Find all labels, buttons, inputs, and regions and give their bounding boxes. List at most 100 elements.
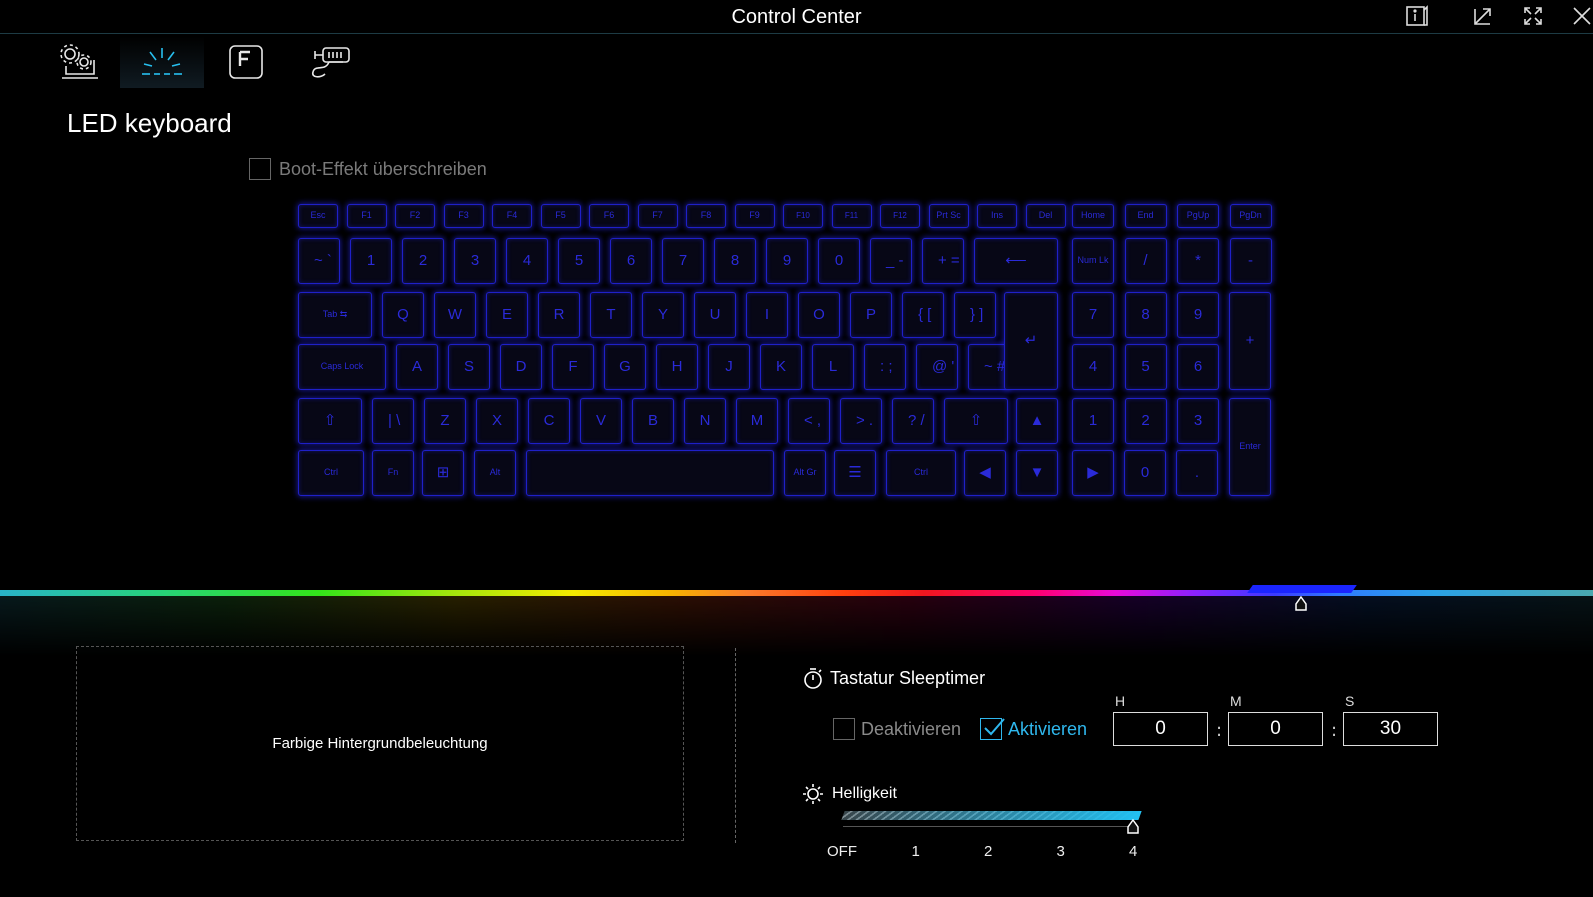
key[interactable]: > . [840, 398, 882, 444]
key[interactable]: 6 [1177, 344, 1219, 390]
key[interactable]: 5 [558, 238, 600, 284]
key[interactable] [526, 450, 774, 496]
key[interactable]: F4 [492, 204, 532, 228]
key[interactable]: F2 [395, 204, 435, 228]
key[interactable]: F [552, 344, 594, 390]
key[interactable]: Del [1025, 204, 1066, 228]
key[interactable]: 2 [402, 238, 444, 284]
boot-effect-option[interactable]: Boot-Effekt überschreiben [249, 158, 487, 180]
key[interactable]: K [760, 344, 802, 390]
key[interactable]: F3 [443, 204, 484, 228]
key[interactable]: Ctrl [298, 450, 364, 496]
boot-effect-checkbox[interactable] [249, 158, 271, 180]
key[interactable]: D [500, 344, 542, 390]
key[interactable]: ▶ [1072, 450, 1114, 496]
nav-fn-key[interactable] [204, 36, 288, 88]
key[interactable]: Home [1072, 204, 1114, 228]
minutes-input[interactable]: 0 [1228, 712, 1323, 746]
key[interactable]: Ins [977, 204, 1017, 228]
color-selection-marker[interactable] [1247, 585, 1357, 593]
key[interactable]: 8 [1124, 292, 1167, 338]
nav-flexikey[interactable] [288, 36, 372, 88]
key[interactable]: L [812, 344, 854, 390]
key[interactable]: 1 [350, 238, 392, 284]
key[interactable]: P [850, 292, 892, 338]
key[interactable]: Z [424, 398, 466, 444]
key[interactable]: 7 [662, 238, 704, 284]
seconds-input[interactable]: 30 [1343, 712, 1438, 746]
key[interactable]: 4 [1072, 344, 1114, 390]
key[interactable]: { [ [902, 292, 944, 338]
key[interactable]: Alt [474, 450, 516, 496]
key[interactable]: G [604, 344, 646, 390]
key[interactable]: / [1124, 238, 1167, 284]
key[interactable]: B [632, 398, 674, 444]
key[interactable]: A [396, 344, 438, 390]
key[interactable]: ▲ [1016, 398, 1058, 444]
key[interactable]: 0 [1124, 450, 1166, 496]
key[interactable]: F1 [346, 204, 387, 228]
key[interactable]: < , [788, 398, 830, 444]
key[interactable]: 0 [818, 238, 860, 284]
nav-system-settings[interactable] [36, 36, 120, 88]
deactivate-checkbox[interactable] [833, 718, 855, 740]
key[interactable]: S [448, 344, 490, 390]
key[interactable]: F10 [783, 204, 823, 228]
key[interactable]: * [1177, 238, 1219, 284]
key[interactable]: O [798, 292, 840, 338]
color-spectrum-bar[interactable] [0, 590, 1593, 596]
key[interactable]: ▼ [1016, 450, 1058, 496]
key[interactable]: F9 [734, 204, 775, 228]
key[interactable]: 9 [766, 238, 808, 284]
key[interactable]: - [1229, 238, 1272, 284]
key[interactable]: 8 [714, 238, 756, 284]
key[interactable]: 6 [610, 238, 652, 284]
key[interactable]: 2 [1124, 398, 1167, 444]
activate-checkbox[interactable] [980, 718, 1005, 740]
key[interactable]: 1 [1072, 398, 1114, 444]
key[interactable]: ☰ [834, 450, 876, 496]
key[interactable]: F6 [589, 204, 629, 228]
key[interactable]: 5 [1124, 344, 1167, 390]
key[interactable]: End [1124, 204, 1167, 228]
key[interactable]: M [736, 398, 778, 444]
key[interactable]: F7 [637, 204, 678, 228]
key[interactable]: + = [922, 238, 964, 284]
key[interactable]: Prt Sc [928, 204, 969, 228]
close-icon[interactable] [1565, 2, 1593, 30]
key[interactable]: ⇧ [944, 398, 1008, 444]
key[interactable]: ◀ [964, 450, 1006, 496]
key[interactable]: 3 [454, 238, 496, 284]
key[interactable]: Q [382, 292, 424, 338]
key[interactable]: F11 [831, 204, 872, 228]
key[interactable]: F5 [540, 204, 581, 228]
key[interactable]: Num Lk [1072, 238, 1114, 284]
brightness-slider-track[interactable] [841, 811, 1142, 820]
key[interactable]: 9 [1177, 292, 1219, 338]
key[interactable]: Caps Lock [298, 344, 386, 390]
key[interactable]: X [476, 398, 518, 444]
key[interactable]: I [746, 292, 788, 338]
key[interactable]: E [486, 292, 528, 338]
key[interactable]: } ] [954, 292, 996, 338]
deactivate-option[interactable]: Deaktivieren [833, 718, 961, 740]
key[interactable]: ⟵ [974, 238, 1058, 284]
hours-input[interactable]: 0 [1113, 712, 1208, 746]
key[interactable]: H [656, 344, 698, 390]
info-icon[interactable] [1399, 2, 1433, 30]
key[interactable]: Ctrl [886, 450, 956, 496]
key[interactable]: W [434, 292, 476, 338]
key[interactable]: J [708, 344, 750, 390]
key[interactable]: PgUp [1177, 204, 1219, 228]
brightness-slider-handle[interactable] [1126, 819, 1140, 835]
key[interactable]: + [1229, 292, 1271, 390]
fullscreen-icon[interactable] [1516, 2, 1550, 30]
key[interactable]: F12 [880, 204, 920, 228]
key[interactable]: Fn [372, 450, 414, 496]
color-slider-handle[interactable] [1294, 596, 1308, 612]
key[interactable]: N [684, 398, 726, 444]
key[interactable]: T [590, 292, 632, 338]
key[interactable]: PgDn [1229, 204, 1272, 228]
key[interactable]: 3 [1177, 398, 1219, 444]
activate-option[interactable]: Aktivieren [980, 718, 1087, 740]
